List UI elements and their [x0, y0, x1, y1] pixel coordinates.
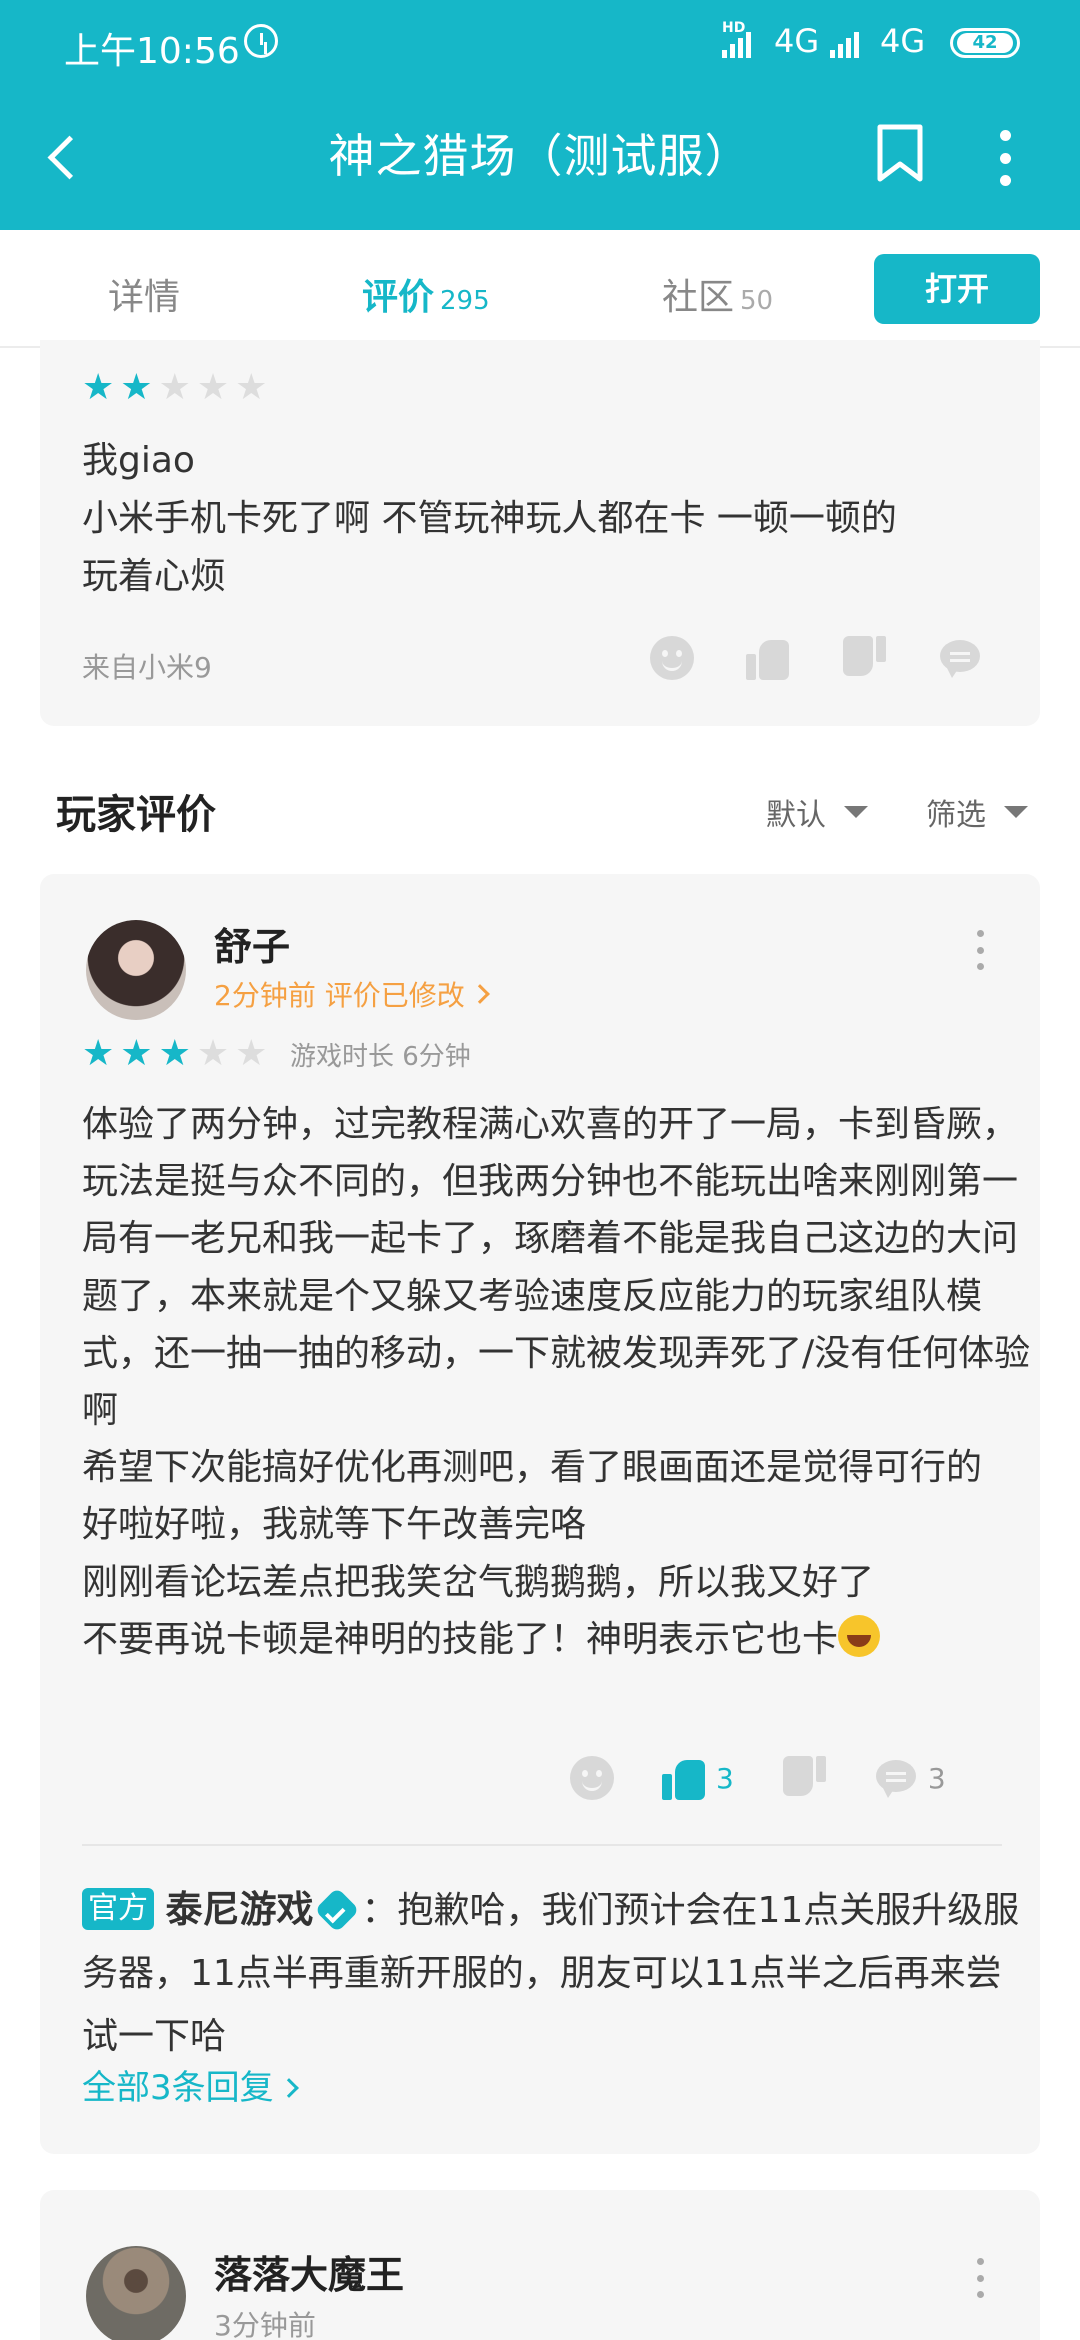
- review-body: 我giao 小米手机卡死了啊 不管玩神玩人都在卡 一顿一顿的 玩着心烦: [82, 432, 1022, 606]
- like-count: 3: [716, 1761, 734, 1795]
- thumbs-up-icon: [662, 1756, 706, 1800]
- username[interactable]: 舒子: [214, 916, 290, 971]
- signal-icon: [722, 28, 751, 58]
- review-line: 小米手机卡死了啊 不管玩神玩人都在卡 一顿一顿的: [82, 498, 897, 539]
- star-filled-icon: ★: [158, 1033, 191, 1074]
- star-filled-icon: ★: [82, 1033, 115, 1074]
- alarm-icon: [244, 24, 278, 58]
- review-line: 玩着心烦: [82, 556, 227, 597]
- app-bar: 神之猎场（测试服）: [0, 90, 1080, 230]
- tab-community[interactable]: 社区 50: [662, 268, 773, 320]
- chevron-right-icon: [469, 984, 490, 1004]
- tab-label: 评价: [362, 277, 435, 318]
- tab-label: 社区: [662, 277, 735, 318]
- all-replies-link[interactable]: 全部3条回复: [82, 2060, 299, 2109]
- review-card-next: 落落大魔王 3分钟前: [40, 2190, 1040, 2340]
- official-badge: 官方: [82, 1888, 154, 1930]
- verified-icon: [314, 1887, 361, 1933]
- avatar[interactable]: [86, 2246, 186, 2340]
- star-empty-icon: ★: [196, 367, 230, 408]
- battery-icon: 42: [950, 28, 1020, 58]
- laughing-emoji-icon: [838, 1614, 881, 1657]
- section-title: 玩家评价: [56, 792, 216, 838]
- comment-icon: [874, 1756, 918, 1800]
- top-bar: 上午10:56 HD 4G 4G 42 神之猎场（测试服）: [0, 0, 1080, 230]
- star-empty-icon: ★: [235, 1033, 268, 1074]
- star-filled-icon: ★: [82, 367, 115, 408]
- thumbs-up-icon[interactable]: [746, 636, 790, 680]
- tab-bar: 详情 评价 295 社区 50 打开: [0, 230, 1080, 349]
- username[interactable]: 落落大魔王: [214, 2244, 404, 2299]
- tab-label: 详情: [108, 277, 181, 318]
- rating-stars: ★ ★ ★ ★ ★: [82, 1036, 267, 1072]
- reply-author: 泰尼游戏: [165, 1888, 314, 1931]
- open-button[interactable]: 打开: [874, 254, 1040, 324]
- status-bar: 上午10:56 HD 4G 4G 42: [0, 0, 1080, 90]
- thumbs-down-icon: [782, 1756, 826, 1800]
- signal-icon-2: [830, 28, 859, 58]
- rating-stars: ★ ★ ★ ★ ★: [82, 370, 267, 406]
- star-filled-icon: ★: [120, 367, 153, 408]
- review-card-previous: ★ ★ ★ ★ ★ 我giao 小米手机卡死了啊 不管玩神玩人都在卡 一顿一顿的…: [40, 340, 1040, 726]
- like-button[interactable]: 3: [662, 1756, 734, 1800]
- review-meta[interactable]: 2分钟前 评价已修改: [214, 974, 490, 1014]
- review-meta: 3分钟前: [214, 2309, 316, 2340]
- review-actions: 3 3: [570, 1756, 994, 1800]
- more-options-icon[interactable]: [990, 130, 1020, 186]
- star-empty-icon: ★: [235, 367, 268, 408]
- emoji-react-icon: [570, 1756, 614, 1800]
- sort-label: 默认: [766, 798, 826, 833]
- thumbs-down-icon[interactable]: [842, 636, 886, 680]
- caret-down-icon: [1004, 806, 1028, 818]
- playtime-label: 游戏时长 6分钟: [290, 1042, 471, 1072]
- divider: [82, 1844, 1002, 1846]
- review-body: 体验了两分钟，过完教程满心欢喜的开了一局，卡到昏厥，玩法是挺与众不同的，但我两分…: [82, 1096, 1042, 1668]
- dislike-button[interactable]: [782, 1756, 826, 1800]
- caret-down-icon: [844, 806, 868, 818]
- emoji-react-icon[interactable]: [650, 636, 694, 680]
- avatar[interactable]: [86, 920, 186, 1020]
- chevron-right-icon: [278, 2078, 299, 2098]
- review-card: 舒子 2分钟前 评价已修改 ★ ★ ★ ★ ★ 游戏时长 6分钟 体验了两分钟，…: [40, 874, 1040, 2154]
- comment-icon[interactable]: [938, 636, 982, 680]
- emoji-react-button[interactable]: [570, 1756, 614, 1800]
- more-vertical-icon[interactable]: [974, 930, 986, 970]
- tab-count: 50: [740, 286, 774, 316]
- bookmark-icon[interactable]: [876, 124, 924, 182]
- review-meta-text: 2分钟前 评价已修改: [214, 979, 465, 1012]
- tab-count: 295: [440, 286, 490, 316]
- status-time: 上午10:56: [64, 31, 240, 72]
- star-empty-icon: ★: [158, 367, 191, 408]
- tab-details[interactable]: 详情: [108, 268, 180, 320]
- more-vertical-icon[interactable]: [974, 2258, 986, 2298]
- star-empty-icon: ★: [196, 1033, 230, 1074]
- review-actions: [650, 636, 982, 680]
- filter-label: 筛选: [926, 798, 986, 833]
- sort-dropdown[interactable]: 默认: [766, 790, 868, 834]
- comment-button[interactable]: 3: [874, 1756, 946, 1800]
- review-text: 体验了两分钟，过完教程满心欢喜的开了一局，卡到昏厥，玩法是挺与众不同的，但我两分…: [82, 1104, 1031, 1660]
- device-label: 来自小米9: [82, 651, 212, 684]
- comment-count: 3: [927, 1761, 946, 1795]
- star-filled-icon: ★: [120, 1033, 153, 1074]
- battery-level: 42: [957, 33, 1013, 53]
- network-label-2: 4G: [880, 22, 926, 60]
- filter-dropdown[interactable]: 筛选: [926, 790, 1028, 834]
- all-replies-label: 全部3条回复: [82, 2068, 274, 2108]
- official-reply[interactable]: 官方 泰尼游戏 ：抱歉哈，我们预计会在11点关服升级服务器，11点半再重新开服的，…: [82, 1878, 1022, 2068]
- review-line: 我giao: [82, 440, 195, 481]
- network-label-1: 4G: [774, 22, 820, 60]
- tab-reviews[interactable]: 评价 295: [362, 268, 490, 320]
